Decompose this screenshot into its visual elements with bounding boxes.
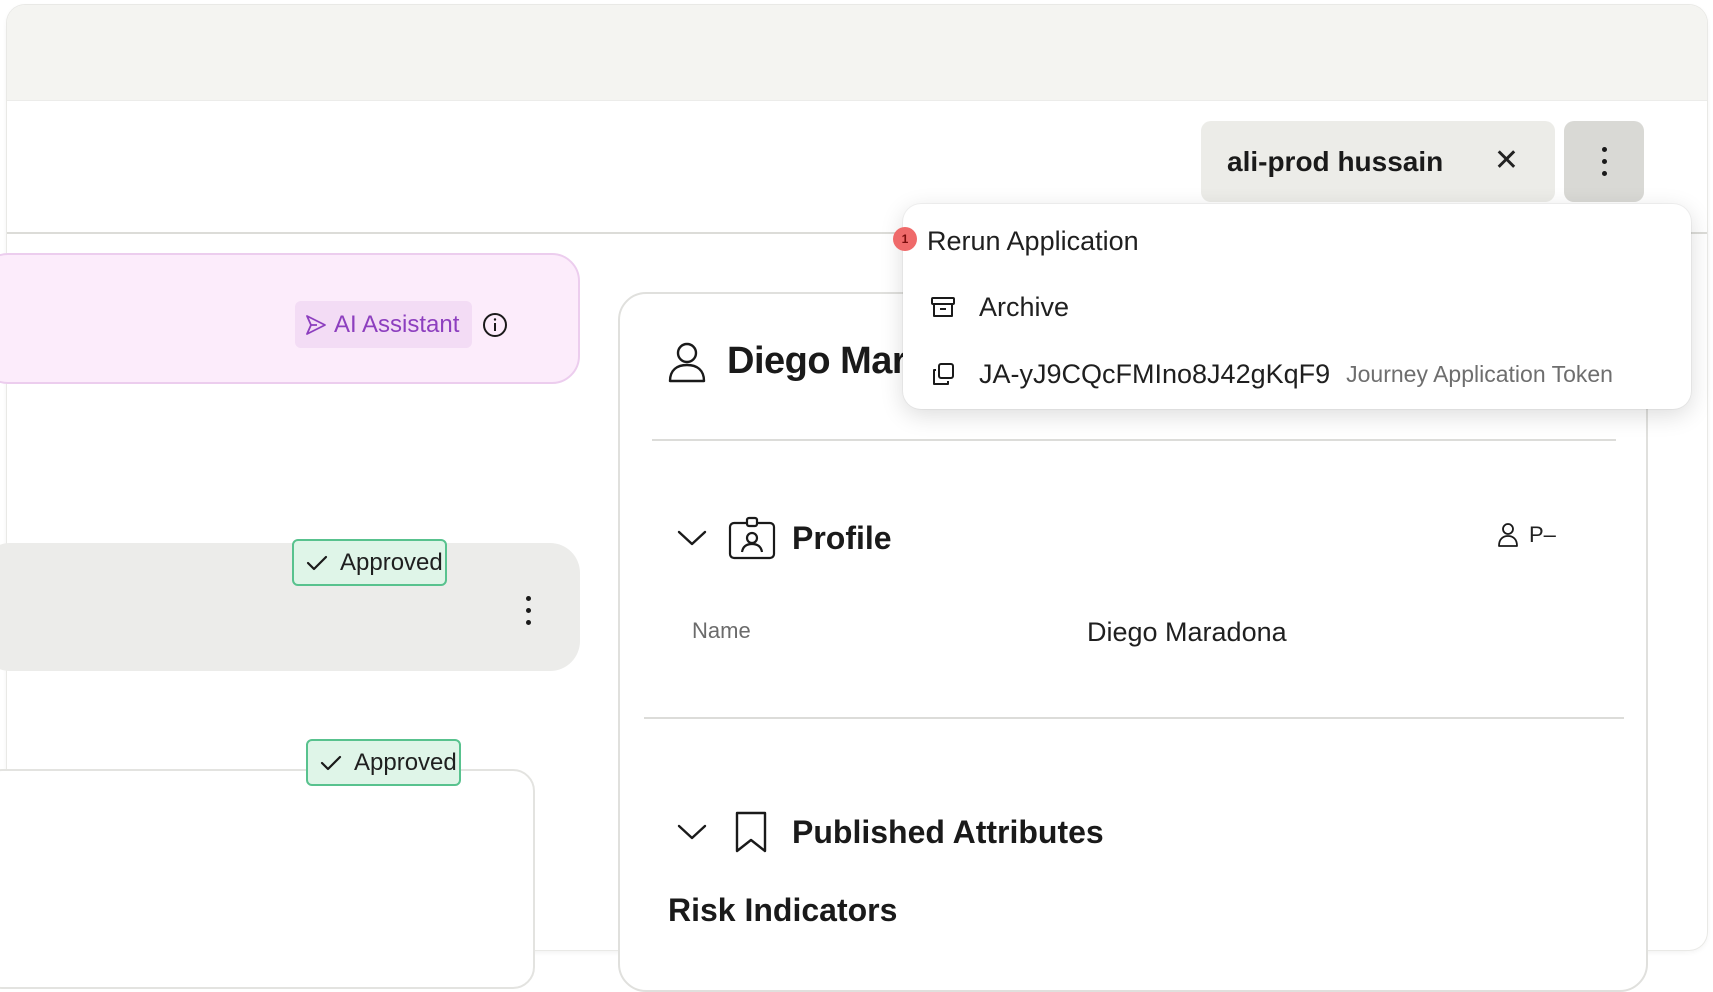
approved-badge-label: Approved [354, 748, 457, 776]
lower-card [0, 769, 535, 989]
divider [644, 717, 1624, 719]
user-filter-chip[interactable]: ali-prod hussain ✕ [1201, 121, 1555, 202]
menu-item-label: JA-yJ9CQcFMIno8J42gKqF9 [979, 358, 1331, 389]
more-vertical-icon [1601, 147, 1607, 176]
menu-item-archive[interactable]: Archive [903, 277, 1691, 337]
published-attributes-title: Published Attributes [792, 813, 1104, 850]
more-vertical-icon [526, 596, 531, 625]
bookmark-icon [735, 811, 767, 853]
more-options-button[interactable] [1564, 121, 1644, 202]
profile-meta-text: P– [1529, 522, 1556, 547]
divider [652, 439, 1616, 441]
row-more-button[interactable] [526, 596, 531, 625]
risk-indicators-title: Risk Indicators [668, 892, 898, 928]
field-label-name: Name [692, 618, 751, 643]
menu-item-application-token[interactable]: JA-yJ9CQcFMIno8J42gKqF9 Journey Applicat… [903, 344, 1691, 404]
profile-meta: P– [1497, 522, 1556, 548]
copy-icon [929, 361, 957, 387]
approved-badge-label: Approved [340, 548, 443, 576]
info-icon[interactable] [482, 312, 508, 338]
published-attributes-header[interactable]: Published Attributes [676, 810, 1104, 854]
check-icon [320, 755, 342, 770]
profile-section-header[interactable]: Profile [676, 516, 892, 560]
person-header: Diego Mar [667, 340, 907, 383]
ai-assistant-label: AI Assistant [334, 310, 460, 338]
status-row [0, 543, 580, 671]
chevron-down-icon [677, 530, 707, 546]
profile-section-title: Profile [792, 519, 892, 556]
top-bar [7, 5, 1707, 101]
options-menu: Rerun Application Archive JA-yJ9CQcFMIno… [903, 204, 1691, 409]
person-name: Diego Mar [727, 340, 907, 382]
user-icon [1498, 523, 1518, 547]
ai-assistant-card: AI Assistant [0, 253, 580, 384]
archive-icon [929, 295, 957, 319]
approved-badge: Approved [292, 539, 447, 586]
menu-item-rerun-application[interactable]: Rerun Application [903, 211, 1691, 271]
user-chip-label: ali-prod hussain [1227, 145, 1444, 177]
menu-item-sublabel: Journey Application Token [1346, 360, 1613, 387]
ai-send-icon [306, 314, 326, 335]
menu-item-label: Archive [979, 291, 1070, 322]
close-icon[interactable]: ✕ [1494, 143, 1519, 179]
check-icon [306, 555, 328, 570]
notification-badge: 1 [893, 227, 917, 251]
field-value-name: Diego Maradona [1087, 617, 1287, 647]
ai-assistant-button[interactable]: AI Assistant [295, 301, 472, 348]
approved-badge: Approved [306, 739, 461, 786]
user-icon [668, 342, 706, 382]
id-badge-icon [728, 516, 776, 560]
chevron-down-icon [677, 824, 707, 840]
menu-item-label: Rerun Application [927, 225, 1139, 256]
